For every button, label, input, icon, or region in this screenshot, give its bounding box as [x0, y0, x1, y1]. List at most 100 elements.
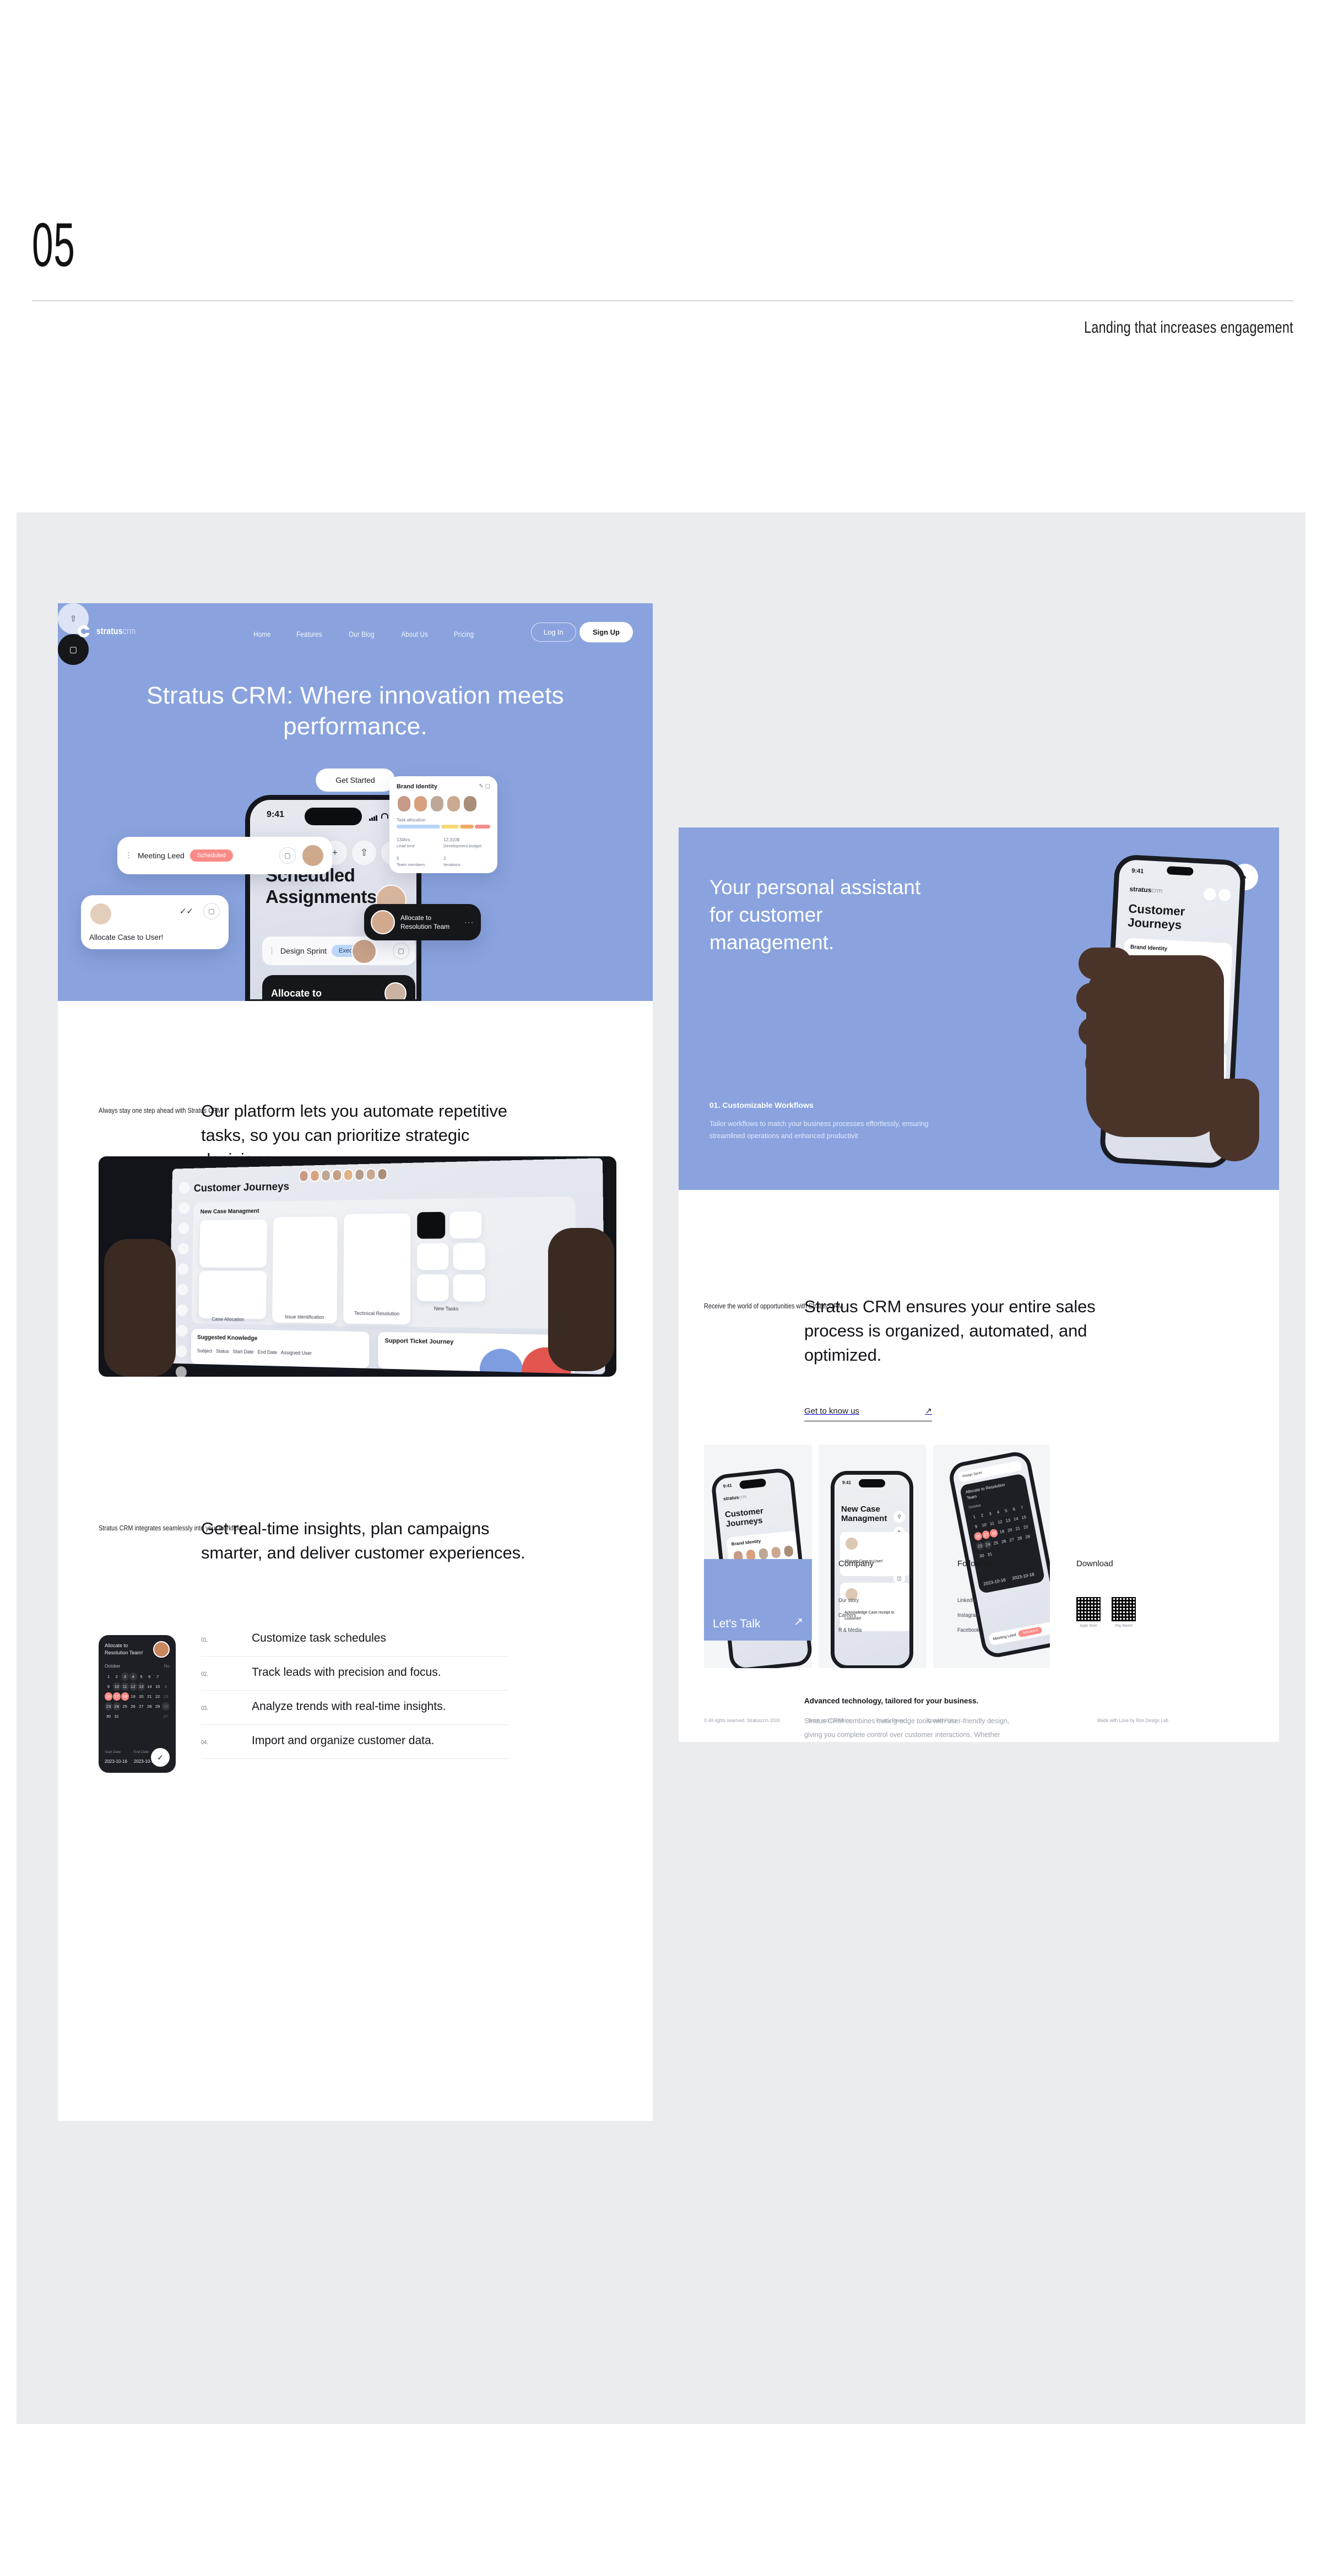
upload-icon[interactable] [178, 1222, 189, 1234]
footer-link-r-and-media[interactable]: R & Media [838, 1627, 869, 1633]
calendar-day: 1 [105, 1673, 112, 1681]
calendar-grid[interactable]: 1234567 9 10 11 12 13 14 15 6 16 17 18 19 20 21 22 13 … [105, 1673, 170, 1720]
finger-shape [1079, 948, 1131, 979]
avatar [413, 795, 428, 813]
calendar-day-selected: 17 [982, 1530, 990, 1539]
footer-link-our-story[interactable]: Our story [838, 1597, 869, 1604]
signup-button[interactable]: Sign Up [579, 622, 633, 642]
get-to-know-us-link[interactable]: Get to know us ↗ [804, 1406, 932, 1421]
footer-link-facebook[interactable]: Facebook [957, 1627, 987, 1633]
archive-icon[interactable] [176, 1325, 187, 1336]
nav-link-about-us[interactable]: About Us [401, 630, 428, 638]
star-icon[interactable] [178, 1243, 189, 1254]
footer-link-instagram[interactable]: Instagram [957, 1612, 987, 1619]
more-icon[interactable]: ··· [464, 918, 474, 927]
qr-apple-store[interactable]: Apple Store [1076, 1597, 1101, 1628]
kanban-card[interactable] [199, 1271, 267, 1319]
drag-handle-icon[interactable]: ⋮ [268, 946, 275, 955]
kanban-card-active[interactable] [417, 1212, 445, 1239]
bell-icon[interactable] [1218, 889, 1231, 901]
qr-play-market[interactable]: Play Market [1112, 1597, 1136, 1628]
tablet-dashboard-mockup: Customer Journeys New Case Managment Cas… [99, 1156, 616, 1377]
avatar [351, 939, 377, 964]
search-icon[interactable]: ⚲ [893, 1511, 905, 1523]
kanban-card[interactable] [199, 1220, 267, 1268]
list-item[interactable]: 02. Track leads with precision and focus. [201, 1657, 508, 1691]
link-label: Get to know us [804, 1406, 859, 1416]
alert-icon[interactable] [176, 1366, 187, 1377]
floating-card-allocate-case[interactable]: ✓✓ ▢ Allocate Case to User! [81, 895, 229, 949]
calendar-widget: Allocate to Resolution Team! No October 1… [99, 1635, 176, 1773]
brand-wordmark: stratuscrm [723, 1493, 747, 1501]
calendar-day: 20 [138, 1692, 145, 1701]
check-icon[interactable]: ✓ [151, 1748, 170, 1767]
drag-handle-icon[interactable]: ⋮ [125, 851, 132, 860]
footer-link-careers[interactable]: Careers [838, 1612, 869, 1619]
share-icon[interactable]: ⇧ [352, 841, 376, 865]
calendar-day: 12 [129, 1682, 137, 1691]
back-icon[interactable] [179, 1182, 190, 1193]
kanban-card[interactable] [343, 1214, 410, 1325]
kanban-card[interactable] [449, 1211, 481, 1238]
list-item[interactable]: 01. Customize task schedules [201, 1622, 508, 1657]
get-started-button[interactable]: Get Started [316, 769, 395, 792]
mobile-icon[interactable] [177, 1284, 188, 1295]
qr-code-icon [1112, 1597, 1136, 1621]
kanban-card[interactable] [272, 1216, 338, 1323]
stat-cell: 5Team members [397, 853, 443, 867]
task-allocation-label: Task allocation [397, 818, 490, 822]
send-icon[interactable] [176, 1345, 187, 1357]
tablet-side-rail [175, 1182, 191, 1377]
legal-link-terms[interactable]: Terms and Conditions [808, 1718, 851, 1724]
kanban-card[interactable] [453, 1243, 485, 1270]
archive-icon[interactable]: ▢ [393, 943, 409, 959]
list-item-number: 01. [201, 1637, 243, 1643]
floating-card-meeting[interactable]: ⋮ Meeting Leed Scheduled ▢ [117, 837, 332, 874]
legal-link-cookies[interactable]: Cookies Policy [927, 1718, 957, 1724]
nav-link-our-blog[interactable]: Our Blog [349, 630, 375, 638]
brand-logo[interactable]: stratuscrm [78, 625, 144, 637]
archive-icon[interactable]: ▢ [203, 903, 220, 919]
stat-label: Team members [397, 862, 443, 867]
lets-talk-cta[interactable]: Let's Talk ↗ [704, 1559, 812, 1641]
edit-icon[interactable]: ✎ ▢ [479, 783, 490, 789]
stat-cell: 12,310$Development budget [443, 834, 490, 848]
list-item-label: Import and organize customer data. [252, 1734, 435, 1747]
qr-code-icon [1076, 1597, 1101, 1621]
nav-link-home[interactable]: Home [253, 630, 270, 638]
phone-task-row[interactable]: ⋮ Design Sprint Executed ▢ [262, 937, 415, 965]
list-item-number: 03. [201, 1705, 243, 1712]
database-icon[interactable] [177, 1305, 188, 1316]
archive-icon[interactable]: ▢ [279, 847, 296, 864]
support-ticket-journey-panel[interactable]: Support Ticket Journey [378, 1332, 577, 1374]
hand-left [104, 1239, 176, 1377]
mail-icon[interactable] [1204, 888, 1216, 901]
calendar-grid[interactable]: 1234567 9 10 11 12 13 14 15 16 17 18 19 20 21 22 23 2… [970, 1503, 1034, 1561]
nav-link-pricing[interactable]: Pricing [454, 630, 474, 638]
calendar-day [162, 1673, 170, 1681]
calendar-day: 30 [105, 1712, 112, 1720]
avatar [397, 795, 411, 813]
suggested-knowledge-panel[interactable]: Suggested Knowledge Subject Status Start… [191, 1329, 369, 1368]
login-button[interactable]: Log In [531, 623, 576, 642]
kanban-card[interactable] [453, 1274, 485, 1302]
table-headers: Subject Status Start Date End Date Assig… [197, 1348, 312, 1356]
stat-label: Development budget [443, 843, 490, 848]
kanban-card[interactable] [417, 1243, 448, 1270]
add-icon[interactable] [177, 1263, 188, 1275]
floating-card-allocate-team[interactable]: Allocate to Resolution Team ··· [364, 904, 481, 940]
list-item[interactable]: 04. Import and organize customer data. [201, 1725, 508, 1759]
avatar-group [397, 795, 490, 813]
card-title: ✎ ▢ Brand Identity [397, 783, 490, 790]
calendar-day: 6 [162, 1682, 170, 1691]
kanban-card[interactable] [417, 1274, 448, 1301]
primary-navigation: stratuscrm Home Features Our Blog About … [58, 615, 653, 654]
nav-link-features[interactable]: Features [296, 630, 322, 638]
column-label: Issue Identification [285, 1314, 324, 1320]
legal-link-privacy[interactable]: Privacy Policy [876, 1718, 904, 1724]
share-icon[interactable] [178, 1202, 189, 1214]
list-item[interactable]: 03. Analyze trends with real-time insight… [201, 1691, 508, 1725]
footer-link-linkedin[interactable]: LinkedIn [957, 1597, 987, 1604]
calendar-day: 31 [113, 1712, 121, 1720]
calendar-day-selected: 17 [113, 1692, 121, 1701]
